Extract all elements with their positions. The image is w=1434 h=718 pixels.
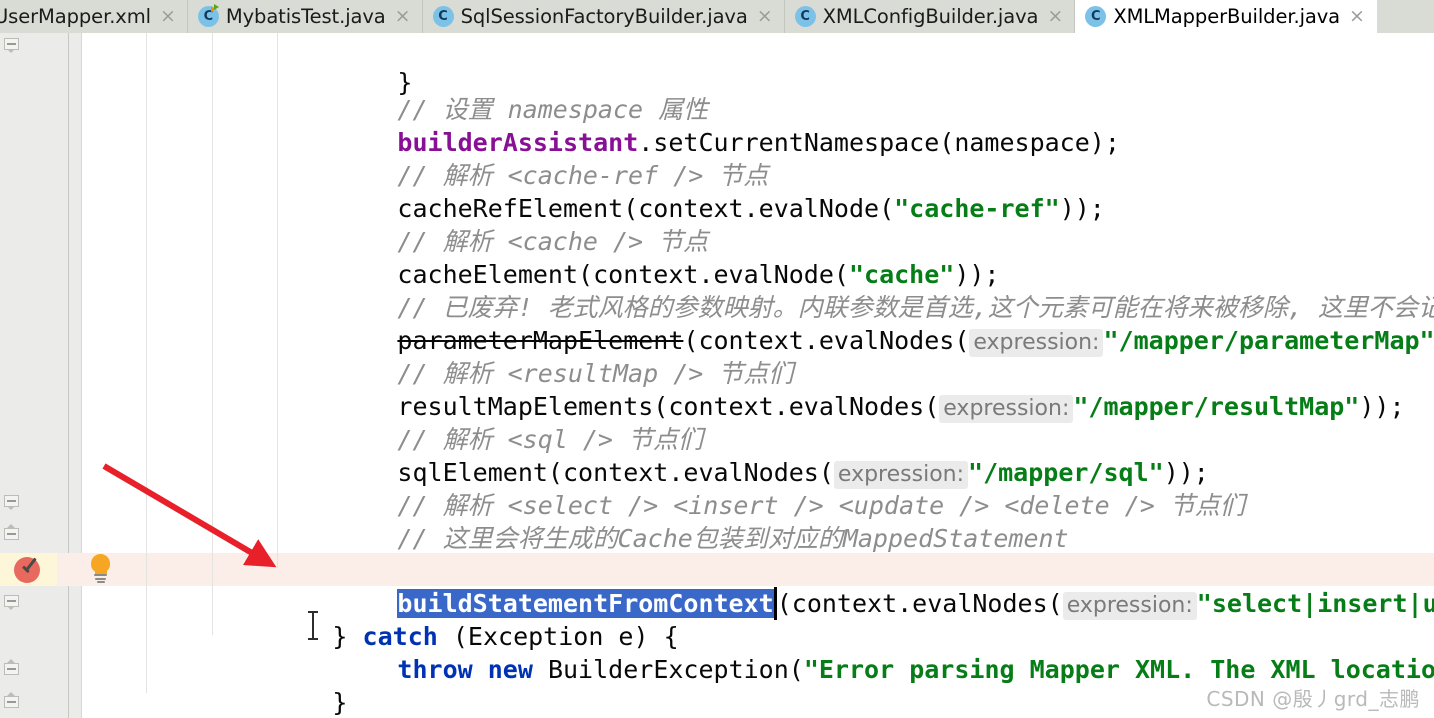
code-text-area[interactable]: } // 设置 namespace 属性 builderAssistant.se… bbox=[0, 33, 1434, 718]
java-class-runnable-icon: C bbox=[197, 4, 221, 27]
text-cursor-ibeam bbox=[307, 611, 318, 641]
tab-label: MybatisTest.java bbox=[225, 5, 386, 28]
code-token-string: "select|insert|u bbox=[1196, 589, 1434, 618]
code-line: // 设置 namespace 属性 bbox=[277, 60, 708, 124]
code-line: // 解析 <sql /> 节点们 bbox=[277, 390, 703, 454]
java-class-icon: C bbox=[794, 6, 816, 27]
java-class-icon: C bbox=[432, 6, 454, 27]
code-line: sqlElement(context.evalNodes(expression:… bbox=[277, 423, 1209, 489]
java-class-letter: C bbox=[800, 9, 810, 24]
code-line: builderAssistant.setCurrentNamespace(nam… bbox=[277, 93, 1119, 157]
code-line: cacheElement(context.evalNode("cache")); bbox=[277, 225, 999, 289]
tab-xmlconfigbuilder-java[interactable]: C XMLConfigBuilder.java × bbox=[784, 0, 1076, 33]
code-token-rest: (context.evalNodes( bbox=[776, 589, 1063, 618]
code-line: cacheRefElement(context.evalNode("cache-… bbox=[277, 159, 1104, 223]
code-token-string: "Error parsing Mapper XML. The XML locat… bbox=[803, 655, 1434, 684]
code-keyword-throw: throw bbox=[397, 655, 473, 684]
code-keyword-new: new bbox=[487, 655, 533, 684]
tab-label: XMLConfigBuilder.java bbox=[822, 5, 1039, 28]
code-line: // 这里会将生成的Cache包装到对应的MappedStatement bbox=[277, 489, 1068, 553]
java-class-icon: C bbox=[1085, 6, 1107, 27]
code-line: // 解析 <select /> <insert /> <update /> <… bbox=[277, 456, 1244, 520]
tab-usermapper-xml[interactable]: UserMapper.xml × bbox=[0, 0, 188, 33]
code-line: buildStatementFromContext|(context.evalN… bbox=[277, 554, 1434, 620]
code-token-string: "/mapper/resultMap" bbox=[1073, 392, 1360, 421]
java-class-letter: C bbox=[1091, 9, 1101, 24]
tab-sqlsessionfactorybuilder-java[interactable]: C SqlSessionFactoryBuilder.java × bbox=[422, 0, 785, 33]
code-line: } bbox=[212, 653, 347, 717]
tab-label: XMLMapperBuilder.java bbox=[1113, 5, 1341, 28]
parameter-hint: expression: bbox=[1062, 592, 1197, 620]
close-icon[interactable]: × bbox=[160, 7, 176, 26]
code-line: } catch (Exception e) { bbox=[212, 587, 678, 651]
code-line: } bbox=[146, 686, 281, 718]
code-token-rest: BuilderException( bbox=[532, 655, 804, 684]
watermark: CSDN @殷丿grd_志鹏 bbox=[1206, 687, 1420, 711]
tab-mybatistest-java[interactable]: C MybatisTest.java × bbox=[187, 0, 423, 33]
close-icon[interactable]: × bbox=[757, 7, 773, 26]
code-line: parameterMapElement(context.evalNodes(ex… bbox=[277, 291, 1434, 357]
java-class-letter: C bbox=[438, 9, 448, 24]
code-line: // 解析 <cache /> 节点 bbox=[277, 192, 708, 256]
code-comment: // 这里会将生成的Cache包装到对应的MappedStatement bbox=[397, 524, 1069, 553]
code-line: // 解析 <cache-ref /> 节点 bbox=[277, 126, 768, 190]
code-token-tail: )); bbox=[1359, 392, 1405, 421]
code-editor[interactable]: } // 设置 namespace 属性 builderAssistant.se… bbox=[0, 33, 1434, 718]
run-badge-icon bbox=[210, 4, 221, 13]
code-token-string: "/mapper/parameterMap" bbox=[1103, 326, 1434, 355]
tab-label: SqlSessionFactoryBuilder.java bbox=[460, 5, 748, 28]
code-line: resultMapElements(context.evalNodes(expr… bbox=[277, 357, 1405, 423]
tab-xmlmapperbuilder-java[interactable]: C XMLMapperBuilder.java × bbox=[1075, 0, 1377, 33]
ide-window: UserMapper.xml × C MybatisTest.java × C … bbox=[0, 0, 1434, 718]
close-icon[interactable]: × bbox=[1047, 7, 1063, 26]
code-line: throw new BuilderException("Error parsin… bbox=[277, 620, 1434, 684]
close-icon[interactable]: × bbox=[395, 7, 411, 26]
close-icon[interactable]: × bbox=[1349, 7, 1365, 26]
code-line: // 解析 <resultMap /> 节点们 bbox=[277, 324, 793, 388]
editor-tab-bar: UserMapper.xml × C MybatisTest.java × C … bbox=[0, 0, 1434, 33]
parameter-hint: expression: bbox=[939, 395, 1074, 423]
code-line: // 已废弃! 老式风格的参数映射。内联参数是首选,这个元素可能在将来被移除, … bbox=[277, 258, 1434, 322]
code-token-tail: )); bbox=[1059, 194, 1105, 223]
parameter-hint: expression: bbox=[969, 329, 1104, 357]
tab-label: UserMapper.xml bbox=[0, 5, 151, 28]
tab-bar-filler bbox=[1376, 0, 1434, 33]
code-token-brace: } bbox=[332, 688, 348, 717]
code-token-string: "cache-ref" bbox=[894, 194, 1060, 223]
